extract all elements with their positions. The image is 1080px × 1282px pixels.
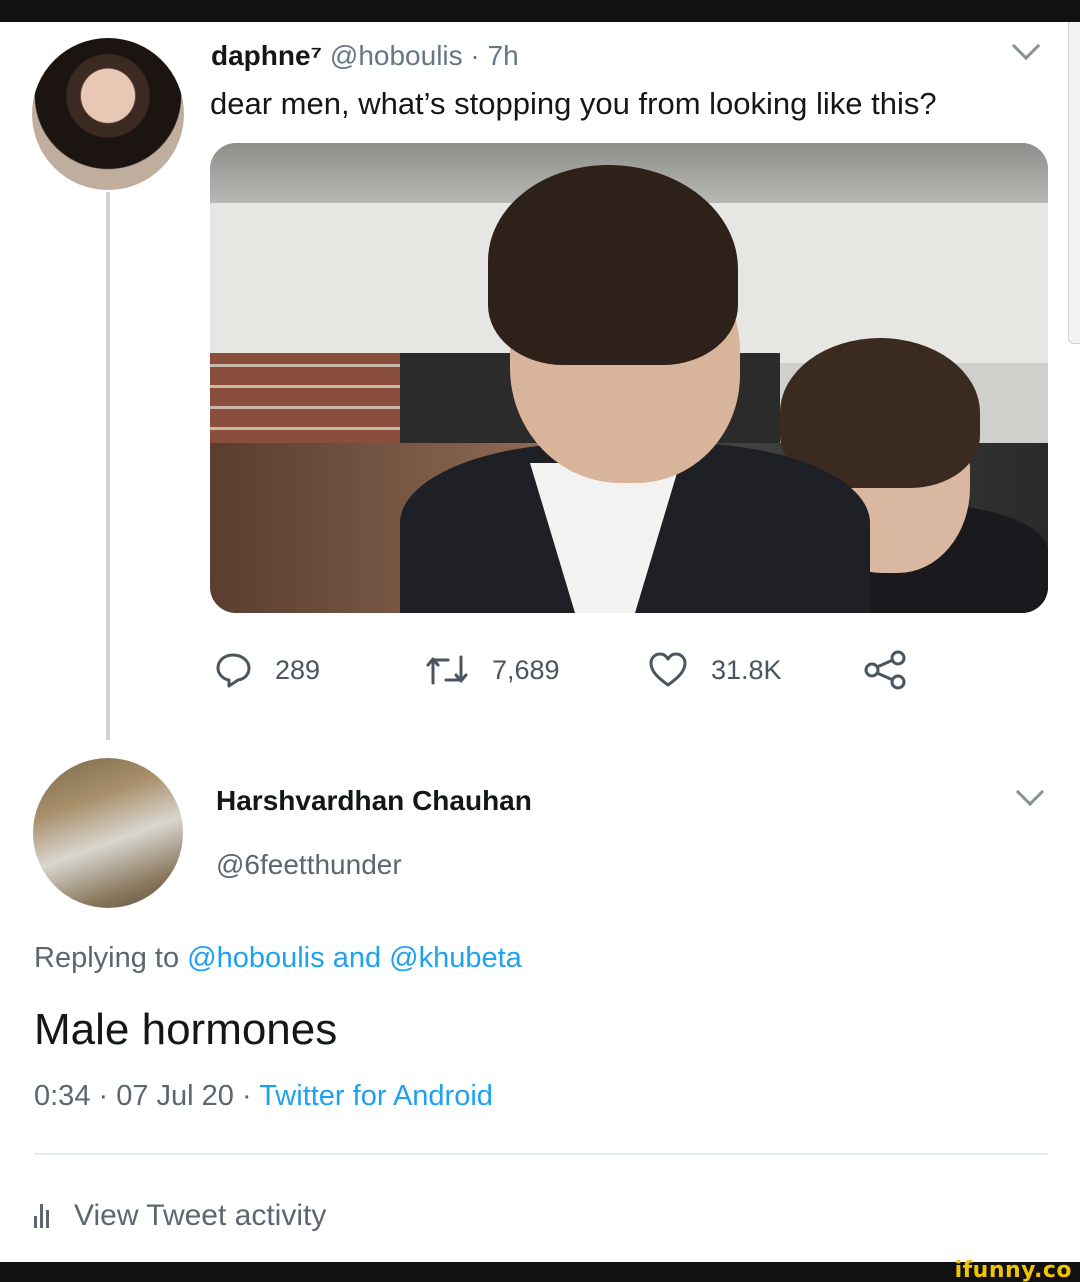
watermark-logo: ifunny.co bbox=[954, 1258, 1072, 1282]
tweet-photo[interactable] bbox=[210, 143, 1048, 613]
tweet-header: daphne⁷ @hoboulis · 7h bbox=[211, 40, 519, 72]
analytics-icon bbox=[34, 1204, 52, 1228]
avatar[interactable] bbox=[33, 758, 183, 908]
view-tweet-activity-button[interactable]: View Tweet activity bbox=[34, 1198, 326, 1234]
like-count: 31.8K bbox=[711, 654, 782, 685]
photo-person-1-hair bbox=[488, 165, 738, 365]
chevron-down-icon[interactable] bbox=[1011, 31, 1041, 61]
retweet-button[interactable]: 7,689 bbox=[424, 645, 560, 695]
tweet-timestamp: 0:34 · 07 Jul 20 · bbox=[34, 1080, 252, 1112]
avatar[interactable] bbox=[32, 38, 184, 190]
scrollbar-thumb[interactable] bbox=[1068, 22, 1080, 344]
mention-link[interactable]: @khubeta bbox=[389, 942, 522, 974]
like-button[interactable]: 31.8K bbox=[647, 645, 782, 695]
replying-to-line: Replying to @hoboulis and @khubeta bbox=[34, 942, 522, 975]
user-handle[interactable]: @hoboulis bbox=[330, 40, 463, 71]
tweet-source-link[interactable]: Twitter for Android bbox=[259, 1080, 493, 1112]
reply-text: Male hormones bbox=[34, 1005, 338, 1054]
view-tweet-activity-label: View Tweet activity bbox=[74, 1199, 327, 1232]
retweet-count: 7,689 bbox=[492, 654, 560, 685]
reply-button[interactable]: 289 bbox=[213, 645, 320, 695]
display-name[interactable]: daphne⁷ bbox=[211, 40, 322, 71]
reply-count: 289 bbox=[275, 654, 321, 685]
mention-link[interactable]: @hoboulis bbox=[187, 942, 324, 974]
retweet-icon bbox=[424, 650, 470, 690]
top-letterbox-bar bbox=[0, 0, 1080, 22]
bottom-letterbox-bar bbox=[0, 1262, 1080, 1282]
replying-and: and bbox=[332, 942, 382, 974]
share-button[interactable] bbox=[862, 645, 908, 695]
reply-icon bbox=[213, 650, 253, 690]
tweet-text: dear men, what’s stopping you from looki… bbox=[210, 86, 937, 121]
tweet-time: · 7h bbox=[470, 40, 519, 71]
display-name[interactable]: Harshvardhan Chauhan bbox=[216, 785, 532, 817]
replying-to-label: Replying to bbox=[34, 942, 180, 974]
like-icon bbox=[647, 650, 689, 690]
divider bbox=[34, 1153, 1048, 1155]
tweet-actions: 289 7,689 31.8K bbox=[0, 645, 1080, 695]
user-handle[interactable]: @6feetthunder bbox=[216, 849, 402, 881]
chevron-down-icon[interactable] bbox=[1015, 777, 1045, 807]
share-icon bbox=[862, 650, 908, 690]
tweet-timestamp-line: 0:34 · 07 Jul 20 · Twitter for Android bbox=[34, 1080, 493, 1113]
